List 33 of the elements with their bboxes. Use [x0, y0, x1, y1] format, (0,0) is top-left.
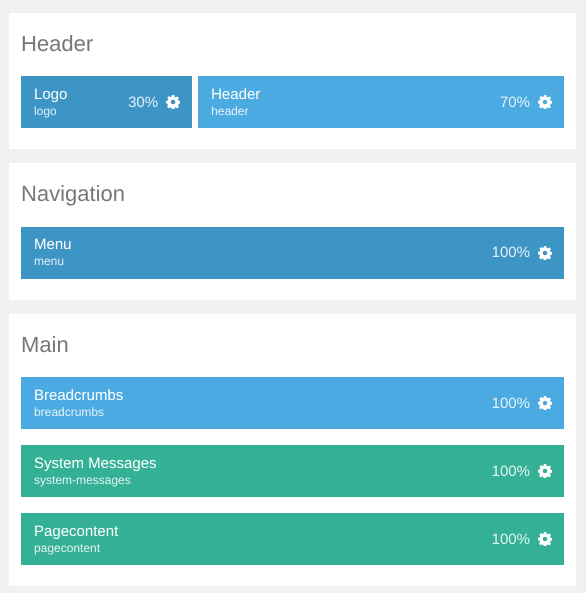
block-id: system-messages: [34, 472, 132, 488]
block-id: logo: [34, 104, 58, 119]
block-name: System Messages: [34, 454, 158, 473]
settings-icon[interactable]: [538, 246, 552, 260]
block-id: breadcrumbs: [34, 404, 106, 420]
block-name: Breadcrumbs: [34, 386, 124, 405]
layout-block[interactable]: Logo logo 30%: [21, 76, 192, 128]
section-title: Main: [21, 332, 70, 358]
layout-block[interactable]: Breadcrumbs breadcrumbs 100%: [21, 377, 564, 430]
block-name: Menu: [34, 236, 73, 254]
block-name: Pagecontent: [34, 522, 120, 541]
settings-icon[interactable]: [538, 95, 552, 110]
width-percent: 100%: [492, 394, 530, 412]
layout-block[interactable]: Pagecontent pagecontent 100%: [21, 513, 564, 566]
layout-block[interactable]: System Messages system-messages 100%: [21, 445, 564, 498]
layout-block[interactable]: Header header 70%: [198, 76, 564, 128]
block-name: Logo: [34, 86, 68, 104]
width-percent: 100%: [492, 244, 530, 262]
layout-block[interactable]: Menu menu 100%: [21, 226, 564, 279]
settings-icon[interactable]: [166, 95, 180, 110]
width-percent: 100%: [492, 530, 530, 548]
block-id: header: [211, 104, 250, 119]
block-name: Header: [211, 86, 262, 104]
settings-icon[interactable]: [538, 464, 552, 478]
width-percent: 30%: [128, 94, 158, 111]
block-id: pagecontent: [34, 540, 102, 556]
settings-icon[interactable]: [538, 396, 552, 410]
section-title: Navigation: [21, 181, 126, 208]
section-title: Header: [21, 31, 94, 58]
width-percent: 100%: [492, 462, 530, 480]
block-id: menu: [34, 254, 66, 270]
width-percent: 70%: [500, 94, 530, 111]
settings-icon[interactable]: [538, 532, 552, 546]
